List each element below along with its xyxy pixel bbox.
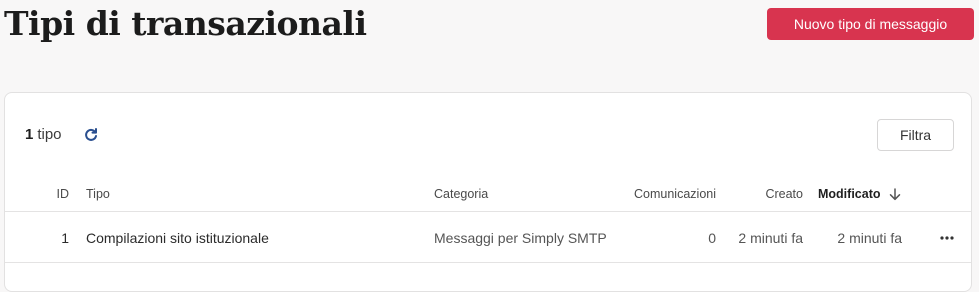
result-count: 1 tipo [25, 126, 62, 143]
row-modificato: 2 minuti fa [837, 230, 902, 246]
row-categoria: Messaggi per Simply SMTP [434, 230, 607, 246]
column-header-modificato[interactable]: Modificato [818, 187, 901, 201]
arrow-down-icon [889, 187, 900, 200]
refresh-icon[interactable] [83, 127, 99, 143]
row-tipo-link[interactable]: Compilazioni sito istituzionale [86, 230, 269, 246]
column-header-creato[interactable]: Creato [725, 187, 803, 201]
column-header-modificato-label: Modificato [818, 187, 881, 201]
more-horizontal-icon[interactable] [939, 233, 955, 243]
column-header-tipo[interactable]: Tipo [86, 187, 110, 201]
row-id: 1 [61, 230, 69, 246]
row-comunicazioni: 0 [708, 230, 716, 246]
result-count-number: 1 [25, 126, 34, 143]
result-count-label: tipo [37, 126, 62, 143]
types-table-card: 1 tipo Filtra ID Tipo Categoria Comunica… [4, 92, 972, 292]
filter-button[interactable]: Filtra [877, 119, 954, 151]
row-divider [5, 262, 971, 263]
page-title: Tipi di transazionali [4, 4, 367, 43]
column-header-categoria[interactable]: Categoria [434, 187, 488, 201]
header-divider [5, 211, 971, 212]
column-header-id[interactable]: ID [45, 187, 70, 201]
row-creato: 2 minuti fa [738, 230, 803, 246]
column-header-comunicazioni[interactable]: Comunicazioni [615, 187, 716, 201]
new-message-type-button[interactable]: Nuovo tipo di messaggio [767, 8, 974, 40]
